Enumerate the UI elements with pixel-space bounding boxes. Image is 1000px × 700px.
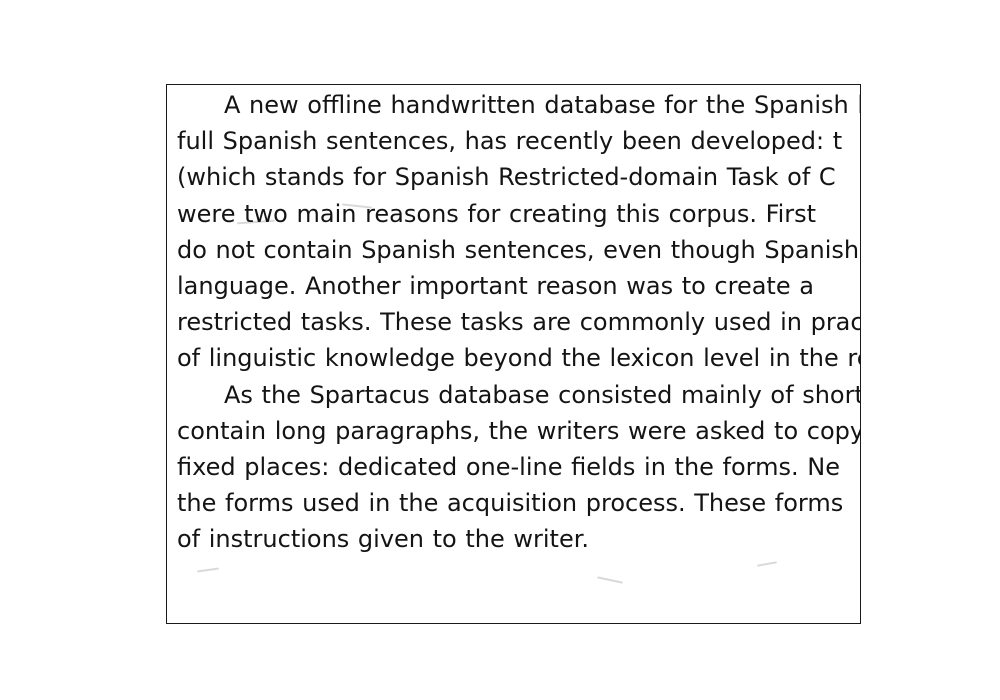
scan-smudge — [756, 561, 778, 567]
paragraph-2: As the Spartacus database consisted main… — [177, 377, 861, 558]
text-line: As the Spartacus database consisted main… — [224, 380, 861, 409]
text-line: were two main reasons for creating this … — [177, 199, 817, 228]
text-line: of linguistic knowledge beyond the lexic… — [177, 344, 861, 373]
text-line: of instructions given to the writer. — [177, 525, 590, 554]
text-line: the forms used in the acquisition proces… — [177, 489, 844, 518]
text-line: (which stands for Spanish Restricted-dom… — [177, 163, 836, 192]
text-line: contain long paragraphs, the writers wer… — [177, 416, 861, 445]
text-line: do not contain Spanish sentences, even t… — [177, 235, 860, 264]
text-line: full Spanish sentences, has recently bee… — [177, 127, 843, 156]
scanned-page: A new offline handwritten database for t… — [166, 84, 861, 624]
text-line: language. Another important reason was t… — [177, 271, 814, 300]
scan-smudge — [196, 567, 220, 573]
text-line: restricted tasks. These tasks are common… — [177, 308, 861, 337]
text-line: A new offline handwritten database for t… — [224, 91, 861, 119]
text-line: fixed places: dedicated one-line fields … — [177, 452, 840, 481]
scan-smudge — [597, 576, 623, 584]
paragraph-1: A new offline handwritten database for t… — [177, 87, 861, 377]
document-text: A new offline handwritten database for t… — [177, 87, 861, 558]
